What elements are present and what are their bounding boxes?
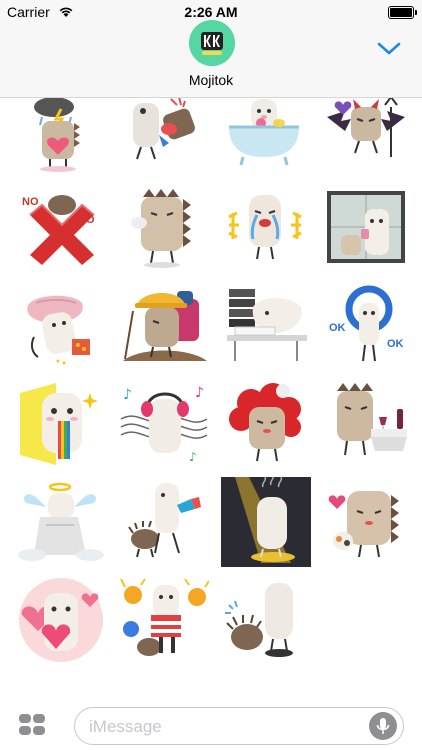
microphone-icon[interactable] — [369, 712, 397, 740]
sticker-alpaca-pillow-snack[interactable] — [13, 278, 109, 374]
app-name-label: Mojitok — [188, 72, 234, 88]
svg-text:OK: OK — [387, 338, 404, 350]
sticker-alpaca-ok-ring[interactable]: OK OK — [318, 278, 414, 374]
imessage-input[interactable]: iMessage — [74, 707, 404, 745]
sticker-alpaca-window[interactable] — [318, 180, 414, 276]
sticker-alpaca-angel-cloud[interactable] — [13, 474, 109, 570]
sticker-alpaca-hedgehog-sweat[interactable] — [218, 572, 314, 668]
imessage-placeholder: iMessage — [89, 717, 162, 736]
sticker-alpaca-desk-paperwork[interactable] — [218, 278, 314, 374]
sticker-hedgehog-hiking-backpack[interactable] — [116, 278, 212, 374]
sticker-hedgehog-sigh[interactable] — [116, 180, 212, 276]
messages-sticker-screen: Carrier 2:26 AM Mojitok NO OK OK ♪ ♪ ♪ i… — [0, 0, 422, 750]
message-input-bar: iMessage — [0, 700, 422, 750]
sticker-alpaca-hedgehog-fight[interactable] — [116, 98, 212, 180]
svg-text:♪: ♪ — [123, 387, 132, 403]
sticker-hedgehog-rain-cloud-heart[interactable] — [13, 98, 109, 180]
sticker-alpaca-spotlight-dark[interactable] — [218, 474, 314, 570]
sticker-alpaca-pink-heart[interactable] — [13, 572, 109, 668]
status-time: 2:26 AM — [184, 4, 238, 20]
svg-text:OK: OK — [329, 322, 346, 334]
sticker-grid: NO NO — [0, 98, 422, 700]
sticker-hedgehog-wine-table[interactable] — [318, 376, 414, 472]
chevron-down-icon[interactable] — [376, 38, 402, 58]
svg-text:♪: ♪ — [195, 385, 204, 401]
svg-text:NO: NO — [22, 196, 39, 208]
sticker-hedgehog-red-hair[interactable] — [218, 376, 314, 472]
sticker-app-header: Mojitok — [0, 20, 422, 98]
sticker-alpaca-rainbow-drool[interactable] — [13, 376, 109, 472]
sticker-hedgehog-no-red-x[interactable]: NO NO — [13, 180, 109, 276]
sticker-alpaca-bathtub[interactable] — [218, 98, 314, 180]
sticker-alpaca-headphones-music[interactable]: ♪ ♪ ♪ — [116, 376, 212, 472]
sticker-alpaca-hedgehog-hairdryer[interactable] — [116, 474, 212, 570]
sticker-alpaca-hedgehog-cheerleader[interactable] — [116, 572, 212, 668]
sticker-hedgehog-heart-cat[interactable] — [318, 474, 414, 570]
app-drawer-icon[interactable] — [18, 713, 46, 737]
mojitok-logo-icon[interactable] — [189, 20, 235, 66]
svg-text:♪: ♪ — [189, 450, 197, 464]
battery-icon — [388, 6, 417, 19]
sticker-alpaca-crying[interactable] — [218, 180, 314, 276]
sticker-hedgehog-devil-wings[interactable] — [318, 98, 414, 180]
